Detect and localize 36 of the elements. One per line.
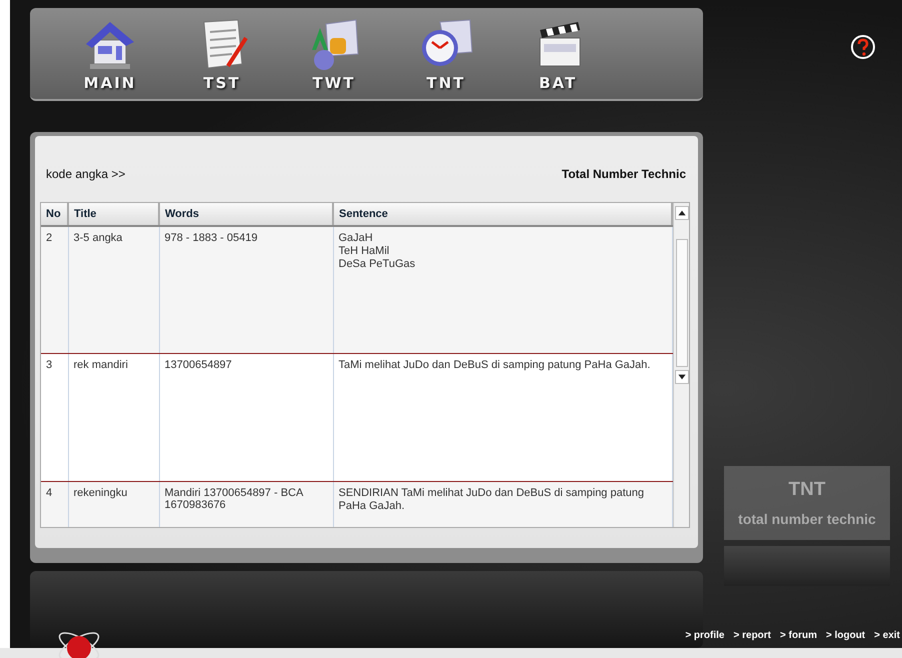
scroll-up-icon[interactable] — [674, 206, 688, 220]
table-cell: rek mandiri — [68, 354, 159, 482]
column-header[interactable]: Title — [68, 202, 159, 226]
sentence-text: TaMi melihat JuDo dan DeBuS di samping patung PaHa GaJah. — [338, 359, 652, 372]
help-icon[interactable] — [850, 34, 876, 60]
info-title: TNT — [788, 479, 826, 501]
scrollbar[interactable] — [673, 202, 689, 527]
footer-link[interactable]: > logout — [826, 630, 866, 641]
nav-tab[interactable]: TNT — [390, 8, 502, 99]
nav-tab[interactable]: BAT — [502, 8, 614, 99]
sentence-text: GaJaH — [338, 232, 374, 245]
nav-tab[interactable]: TWT — [278, 8, 390, 99]
table-cell: 4 — [41, 482, 68, 527]
breadcrumb-link[interactable]: kode angka >> — [46, 166, 126, 181]
table-cell: 978 - 1883 - 05419 — [159, 226, 333, 354]
footer-link[interactable]: > profile — [685, 630, 724, 641]
nav-tab[interactable]: TST — [166, 8, 278, 99]
table-cell: 2 — [41, 226, 68, 354]
sentence-text: TeH HaMil — [338, 244, 390, 258]
footer-link[interactable]: > report — [734, 630, 772, 641]
info-subtitle: total number technic — [738, 511, 876, 527]
table-cell: rekeningku — [68, 482, 159, 527]
sentence-text: SENDIRIAN TaMi melihat JuDo dan DeBuS di samping patung PaHa GaJah. — [338, 487, 646, 514]
panel-title: Total Number Technic — [562, 166, 686, 181]
table-cell: 3 — [41, 354, 68, 482]
table-cell: 3-5 angka — [68, 226, 159, 354]
column-header[interactable]: Words — [159, 202, 333, 226]
column-header[interactable]: Sentence — [333, 202, 672, 226]
nav-tab[interactable]: MAIN — [54, 8, 166, 99]
scroll-down-icon[interactable] — [674, 370, 688, 384]
footer-link[interactable]: > exit — [874, 630, 900, 641]
footer-link[interactable]: > forum — [780, 630, 817, 641]
table-cell: 13700654897 — [159, 354, 333, 482]
column-header[interactable]: No — [41, 202, 68, 226]
sentence-text: DeSa PeTuGas — [338, 258, 416, 271]
table-cell: Mandiri 13700654897 - BCA 1670983676 — [159, 482, 333, 527]
